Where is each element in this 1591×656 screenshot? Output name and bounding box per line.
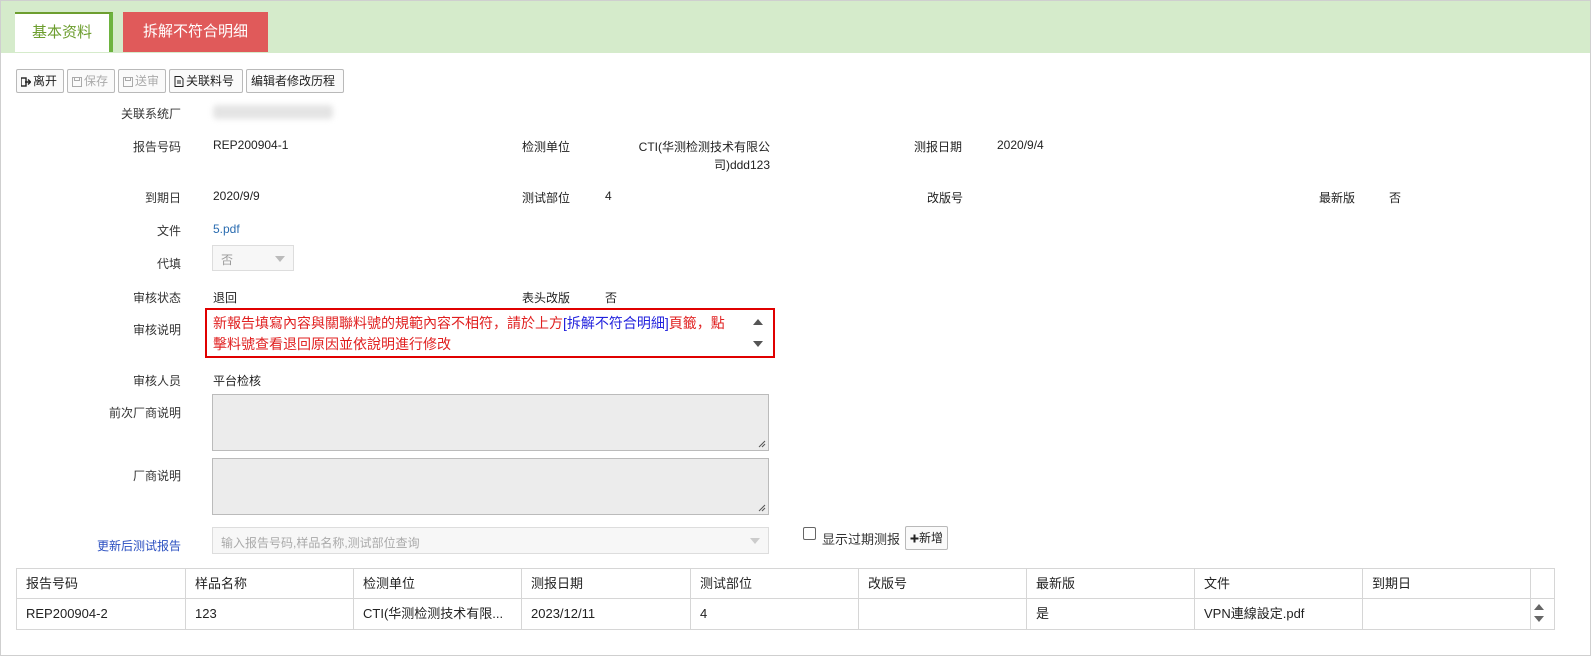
related-part-label: 关联料号 — [186, 74, 235, 88]
test-unit-label: 检测单位 — [522, 140, 571, 154]
report-search-select[interactable]: 输入报告号码,样品名称,测试部位查询 — [212, 527, 769, 554]
review-note-part1: 新報告填寫內容與關聯料號的規範內容不相符，請於上方 — [213, 315, 563, 331]
related-factory-value-redacted — [213, 105, 333, 119]
test-unit-line1: CTI(华测检测技术有限公 — [638, 140, 770, 154]
cell-expiry — [1363, 599, 1531, 629]
edit-history-button[interactable]: 编辑者修改历程 — [246, 69, 344, 93]
proxy-select-value: 否 — [221, 253, 234, 267]
proxy-select[interactable]: 否 — [212, 245, 294, 271]
test-part-label: 测试部位 — [522, 191, 571, 205]
save-button[interactable]: 保存 — [67, 69, 115, 93]
show-expired-checkbox[interactable] — [803, 527, 816, 540]
related-factory-label: 关联系统厂 — [120, 107, 181, 121]
leave-label: 离开 — [33, 74, 58, 88]
vendor-note-label: 厂商说明 — [132, 469, 181, 483]
cell-file[interactable]: VPN連線設定.pdf — [1195, 599, 1363, 629]
test-part-value: 4 — [605, 189, 612, 203]
cell-test-part: 4 — [691, 599, 859, 629]
prev-vendor-note-textarea[interactable] — [212, 394, 769, 451]
cell-test-unit: CTI(华测检测技术有限... — [354, 599, 522, 629]
header-rev-label: 表头改版 — [522, 291, 571, 305]
plus-icon — [910, 534, 919, 543]
report-date-value: 2020/9/4 — [997, 138, 1044, 152]
scroll-down-icon[interactable] — [753, 341, 763, 347]
th-report-no[interactable]: 报告号码 — [17, 569, 186, 599]
expiry-value: 2020/9/9 — [213, 189, 260, 203]
exit-icon — [20, 77, 32, 87]
submit-review-button[interactable]: 送审 — [118, 69, 166, 93]
chevron-down-icon — [275, 256, 285, 262]
file-label: 文件 — [156, 224, 181, 238]
review-note-link: [拆解不符合明細] — [563, 315, 669, 331]
cell-sample-name: 123 — [186, 599, 354, 629]
th-sample-name[interactable]: 样品名称 — [186, 569, 354, 599]
expiry-label: 到期日 — [144, 191, 181, 205]
table-row[interactable]: REP200904-2 123 CTI(华测检测技术有限... 2023/12/… — [17, 599, 1554, 629]
th-test-part[interactable]: 测试部位 — [691, 569, 859, 599]
scroll-down-icon[interactable] — [1534, 616, 1544, 622]
th-test-unit[interactable]: 检测单位 — [354, 569, 522, 599]
add-label: 新增 — [919, 531, 944, 545]
document-icon — [174, 76, 184, 87]
reviewer-label: 审核人员 — [132, 374, 181, 388]
revision-label: 改版号 — [927, 191, 964, 205]
edit-history-label: 编辑者修改历程 — [251, 74, 336, 88]
proxy-label: 代填 — [156, 257, 181, 271]
review-status-value: 退回 — [213, 291, 238, 305]
save-label: 保存 — [84, 74, 109, 88]
show-expired-label[interactable]: 显示过期测报 — [822, 529, 900, 548]
cell-report-date: 2023/12/11 — [522, 599, 691, 629]
cell-latest: 是 — [1027, 599, 1195, 629]
chevron-down-icon — [750, 538, 760, 544]
resize-grip-icon[interactable] — [758, 440, 766, 448]
report-search-placeholder: 输入报告号码,样品名称,测试部位查询 — [221, 536, 420, 550]
tab-basic-info[interactable]: 基本资料 — [15, 12, 113, 52]
floppy-icon — [72, 77, 82, 87]
review-note-label: 审核说明 — [132, 323, 181, 337]
updated-report-label: 更新后测试报告 — [96, 539, 181, 553]
scroll-up-icon[interactable] — [753, 319, 763, 325]
leave-button[interactable]: 离开 — [16, 69, 64, 93]
table-header-row: 报告号码 样品名称 检测单位 测报日期 测试部位 改版号 最新版 文件 到期日 — [17, 569, 1554, 599]
review-note-text: 新報告填寫內容與關聯料號的規範內容不相符，請於上方[拆解不符合明細]頁籤，點擊料… — [213, 313, 733, 355]
scroll-up-icon[interactable] — [1534, 604, 1544, 610]
submit-label: 送审 — [135, 74, 160, 88]
test-unit-line2: 司)ddd123 — [713, 158, 770, 172]
th-latest[interactable]: 最新版 — [1027, 569, 1195, 599]
resize-grip-icon[interactable] — [758, 504, 766, 512]
cell-revision — [859, 599, 1027, 629]
related-part-button[interactable]: 关联料号 — [169, 69, 243, 93]
test-unit-value: CTI(华测检测技术有限公 司)ddd123 — [590, 138, 770, 174]
add-button[interactable]: 新增 — [905, 526, 949, 550]
header-rev-value: 否 — [605, 291, 618, 305]
tab-nonconformity-detail[interactable]: 拆解不符合明细 — [123, 12, 268, 52]
latest-label: 最新版 — [1319, 191, 1356, 205]
reviewer-value: 平台检核 — [213, 374, 262, 388]
prev-vendor-note-label: 前次厂商说明 — [108, 406, 181, 420]
latest-value: 否 — [1389, 191, 1402, 205]
cell-report-no[interactable]: REP200904-2 — [17, 599, 186, 629]
th-file[interactable]: 文件 — [1195, 569, 1363, 599]
report-date-label: 测报日期 — [914, 140, 963, 154]
report-no-value: REP200904-1 — [213, 138, 289, 152]
file-link[interactable]: 5.pdf — [213, 222, 240, 236]
th-revision[interactable]: 改版号 — [859, 569, 1027, 599]
report-table: 报告号码 样品名称 检测单位 测报日期 测试部位 改版号 最新版 文件 到期日 … — [16, 568, 1555, 630]
th-report-date[interactable]: 测报日期 — [522, 569, 691, 599]
review-status-label: 审核状态 — [132, 291, 181, 305]
report-no-label: 报告号码 — [132, 140, 181, 154]
review-note-box: 新報告填寫內容與關聯料號的規範內容不相符，請於上方[拆解不符合明細]頁籤，點擊料… — [205, 308, 775, 358]
vendor-note-textarea[interactable] — [212, 458, 769, 515]
floppy-icon — [123, 77, 133, 87]
th-expiry[interactable]: 到期日 — [1363, 569, 1531, 599]
